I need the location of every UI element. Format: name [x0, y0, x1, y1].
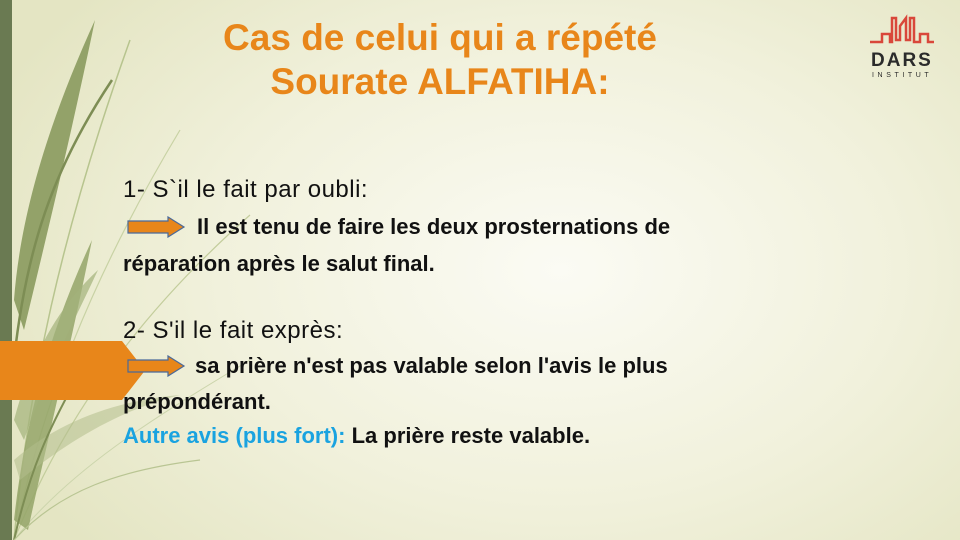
other-opinion: Autre avis (plus fort): La prière reste …	[123, 423, 590, 449]
title-line-2: Sourate ALFATIHA:	[270, 61, 610, 102]
right-arrow-icon	[127, 355, 186, 377]
title-line-1: Cas de celui qui a répété	[223, 17, 657, 58]
dars-logo: DARS INSTITUT	[862, 14, 940, 84]
slide-title: Cas de celui qui a répété Sourate ALFATI…	[100, 16, 780, 104]
other-opinion-text: La prière reste valable.	[351, 423, 591, 448]
right-arrow-icon	[127, 216, 186, 238]
case-2-line-2: prépondérant.	[123, 389, 271, 414]
other-opinion-label: Autre avis (plus fort):	[123, 423, 346, 448]
case-1-line-1: Il est tenu de faire les deux prosternat…	[197, 214, 671, 239]
slide: Cas de celui qui a répété Sourate ALFATI…	[0, 0, 960, 540]
case-2-heading: 2- S'il le fait exprès:	[123, 317, 344, 344]
logo-wordmark: DARS	[871, 50, 933, 71]
logo-subtitle: INSTITUT	[872, 72, 933, 79]
case-1-heading: 1- S`il le fait par oubli:	[123, 176, 369, 203]
case-2-line-1: sa prière n'est pas valable selon l'avis…	[195, 353, 668, 378]
case-1-line-2: réparation après le salut final.	[123, 251, 435, 276]
logo-mark-icon	[870, 14, 934, 44]
